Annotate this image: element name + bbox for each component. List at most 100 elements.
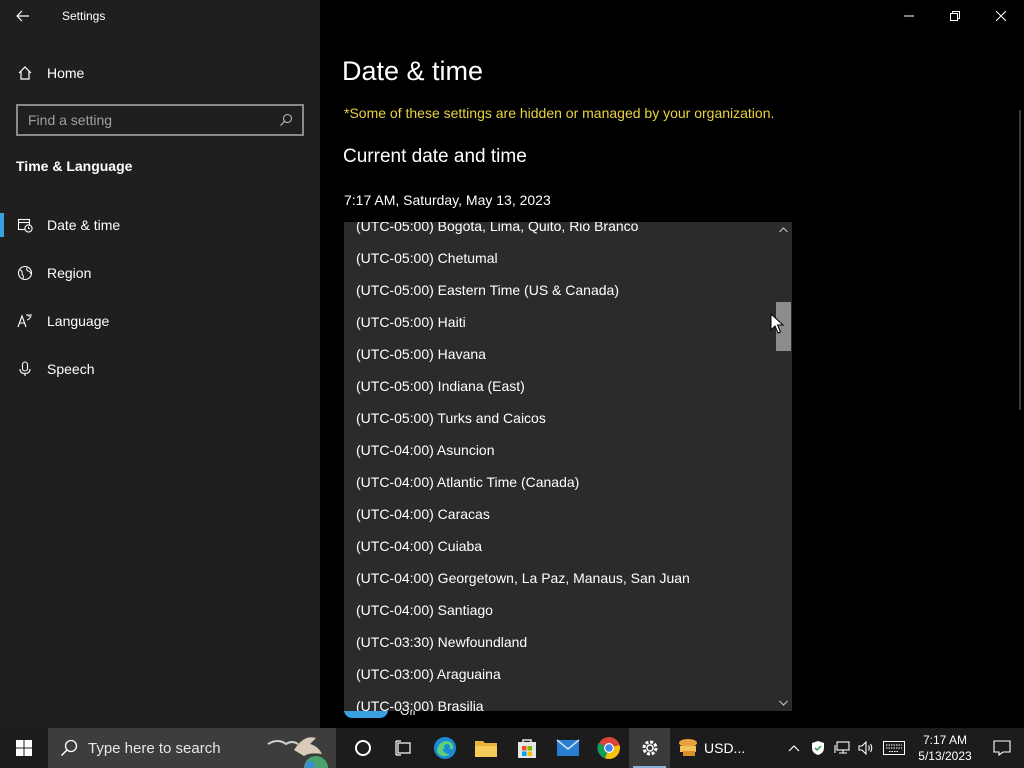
back-arrow-icon bbox=[16, 10, 29, 22]
nav-home[interactable]: Home bbox=[0, 57, 320, 89]
minimize-button[interactable] bbox=[886, 0, 932, 32]
list-item[interactable]: (UTC-04:00) Atlantic Time (Canada) bbox=[344, 466, 774, 498]
usd-widget[interactable]: USD... bbox=[676, 737, 745, 759]
scroll-down-button[interactable] bbox=[775, 695, 792, 711]
nav-home-label: Home bbox=[47, 65, 85, 81]
close-icon bbox=[996, 11, 1006, 21]
usd-widget-label: USD... bbox=[704, 740, 746, 756]
org-managed-note: *Some of these settings are hidden or ma… bbox=[344, 105, 775, 121]
action-center-button[interactable] bbox=[980, 728, 1024, 768]
minimize-icon bbox=[904, 15, 914, 17]
chrome-app-button[interactable] bbox=[588, 728, 629, 768]
page-scrollbar[interactable] bbox=[1019, 110, 1021, 410]
app-title: Settings bbox=[62, 9, 106, 23]
list-item[interactable]: (UTC-04:00) Georgetown, La Paz, Manaus, … bbox=[344, 562, 774, 594]
list-item[interactable]: (UTC-05:00) Eastern Time (US & Canada) bbox=[344, 274, 774, 306]
task-view-button[interactable] bbox=[383, 728, 424, 768]
section-subtitle: Current date and time bbox=[343, 146, 527, 167]
list-item[interactable]: (UTC-03:30) Newfoundland bbox=[344, 626, 774, 658]
page-title: Date & time bbox=[342, 56, 484, 86]
microphone-icon bbox=[17, 361, 33, 377]
search-highlight-illustration-icon bbox=[267, 737, 328, 768]
sidebar-item-label: Speech bbox=[47, 361, 95, 377]
shield-check-icon bbox=[812, 741, 824, 755]
windows-logo-icon bbox=[16, 740, 32, 756]
cortana-circle-icon bbox=[354, 740, 371, 756]
sidebar-item-language[interactable]: Language bbox=[0, 301, 320, 341]
list-item[interactable]: (UTC-05:00) Havana bbox=[344, 338, 774, 370]
section-heading: Time & Language bbox=[16, 158, 133, 174]
edge-browser-icon bbox=[433, 737, 456, 759]
list-item[interactable]: (UTC-03:00) Araguaina bbox=[344, 658, 774, 690]
network-tray-button[interactable] bbox=[830, 728, 854, 768]
timezone-dropdown-list[interactable]: (UTC-05:00) Bogota, Lima, Quito, Rio Bra… bbox=[344, 222, 792, 711]
task-view-icon bbox=[394, 740, 411, 756]
search-icon[interactable] bbox=[274, 108, 298, 132]
mail-envelope-icon bbox=[556, 739, 579, 756]
settings-search-box[interactable] bbox=[16, 104, 304, 136]
current-date-time: 7:17 AM, Saturday, May 13, 2023 bbox=[344, 192, 551, 208]
title-bar: Settings bbox=[0, 0, 320, 32]
list-scrollbar[interactable] bbox=[775, 222, 792, 711]
taskbar: Type here to search USD... 7:17 AM 5/13/… bbox=[0, 728, 1024, 768]
start-button[interactable] bbox=[0, 728, 48, 768]
list-item[interactable]: (UTC-05:00) Bogota, Lima, Quito, Rio Bra… bbox=[344, 222, 774, 242]
home-icon bbox=[17, 65, 33, 81]
list-item[interactable]: (UTC-04:00) Cuiaba bbox=[344, 530, 774, 562]
currency-stack-icon bbox=[679, 739, 697, 756]
list-item[interactable]: (UTC-05:00) Indiana (East) bbox=[344, 370, 774, 402]
taskbar-search-box[interactable]: Type here to search bbox=[48, 728, 336, 768]
close-button[interactable] bbox=[978, 0, 1024, 32]
chevron-up-icon bbox=[779, 227, 788, 233]
date-time-icon bbox=[17, 217, 33, 233]
notification-icon bbox=[993, 740, 1011, 756]
store-app-button[interactable] bbox=[506, 728, 547, 768]
toggle-switch[interactable] bbox=[344, 710, 388, 718]
settings-app-button[interactable] bbox=[629, 728, 670, 768]
store-bag-icon bbox=[517, 739, 536, 758]
file-explorer-button[interactable] bbox=[465, 728, 506, 768]
scroll-up-button[interactable] bbox=[775, 222, 792, 238]
window-controls bbox=[886, 0, 1024, 32]
taskbar-clock[interactable]: 7:17 AM 5/13/2023 bbox=[910, 732, 980, 764]
list-item[interactable]: (UTC-05:00) Chetumal bbox=[344, 242, 774, 274]
speaker-icon bbox=[858, 741, 873, 755]
volume-tray-button[interactable] bbox=[854, 728, 878, 768]
sidebar: Settings Home Time & Language Date & tim… bbox=[0, 0, 320, 728]
list-item[interactable]: (UTC-05:00) Haiti bbox=[344, 306, 774, 338]
list-item[interactable]: (UTC-04:00) Caracas bbox=[344, 498, 774, 530]
sidebar-item-speech[interactable]: Speech bbox=[0, 349, 320, 389]
language-icon bbox=[17, 313, 33, 329]
sidebar-item-region[interactable]: Region bbox=[0, 253, 320, 293]
settings-search-input[interactable] bbox=[18, 112, 274, 128]
clock-date: 5/13/2023 bbox=[918, 749, 972, 763]
sidebar-item-label: Region bbox=[47, 265, 92, 281]
security-tray-button[interactable] bbox=[806, 728, 830, 768]
show-hidden-icons-button[interactable] bbox=[782, 728, 806, 768]
list-item[interactable]: (UTC-05:00) Turks and Caicos bbox=[344, 402, 774, 434]
cortana-button[interactable] bbox=[342, 728, 383, 768]
folder-icon bbox=[474, 741, 497, 757]
touch-keyboard-button[interactable] bbox=[878, 728, 910, 768]
list-item[interactable]: (UTC-03:00) Brasilia bbox=[344, 690, 774, 711]
sidebar-item-label: Date & time bbox=[47, 217, 121, 233]
list-item[interactable]: (UTC-04:00) Asuncion bbox=[344, 434, 774, 466]
mouse-cursor-icon bbox=[770, 313, 784, 334]
keyboard-icon bbox=[883, 741, 905, 755]
taskbar-search-placeholder: Type here to search bbox=[88, 739, 221, 757]
restore-icon bbox=[950, 11, 960, 21]
mail-app-button[interactable] bbox=[547, 728, 588, 768]
back-button[interactable] bbox=[0, 0, 46, 32]
edge-app-button[interactable] bbox=[424, 728, 465, 768]
gear-icon bbox=[642, 740, 657, 756]
restore-button[interactable] bbox=[932, 0, 978, 32]
chevron-down-icon bbox=[779, 700, 788, 706]
system-tray: 7:17 AM 5/13/2023 bbox=[782, 728, 1024, 768]
clock-time: 7:17 AM bbox=[922, 733, 968, 747]
chrome-browser-icon bbox=[596, 737, 620, 760]
chevron-up-icon bbox=[788, 745, 800, 752]
sidebar-item-date-time[interactable]: Date & time bbox=[0, 205, 320, 245]
globe-icon bbox=[17, 265, 33, 281]
network-icon bbox=[834, 741, 850, 754]
list-item[interactable]: (UTC-04:00) Santiago bbox=[344, 594, 774, 626]
